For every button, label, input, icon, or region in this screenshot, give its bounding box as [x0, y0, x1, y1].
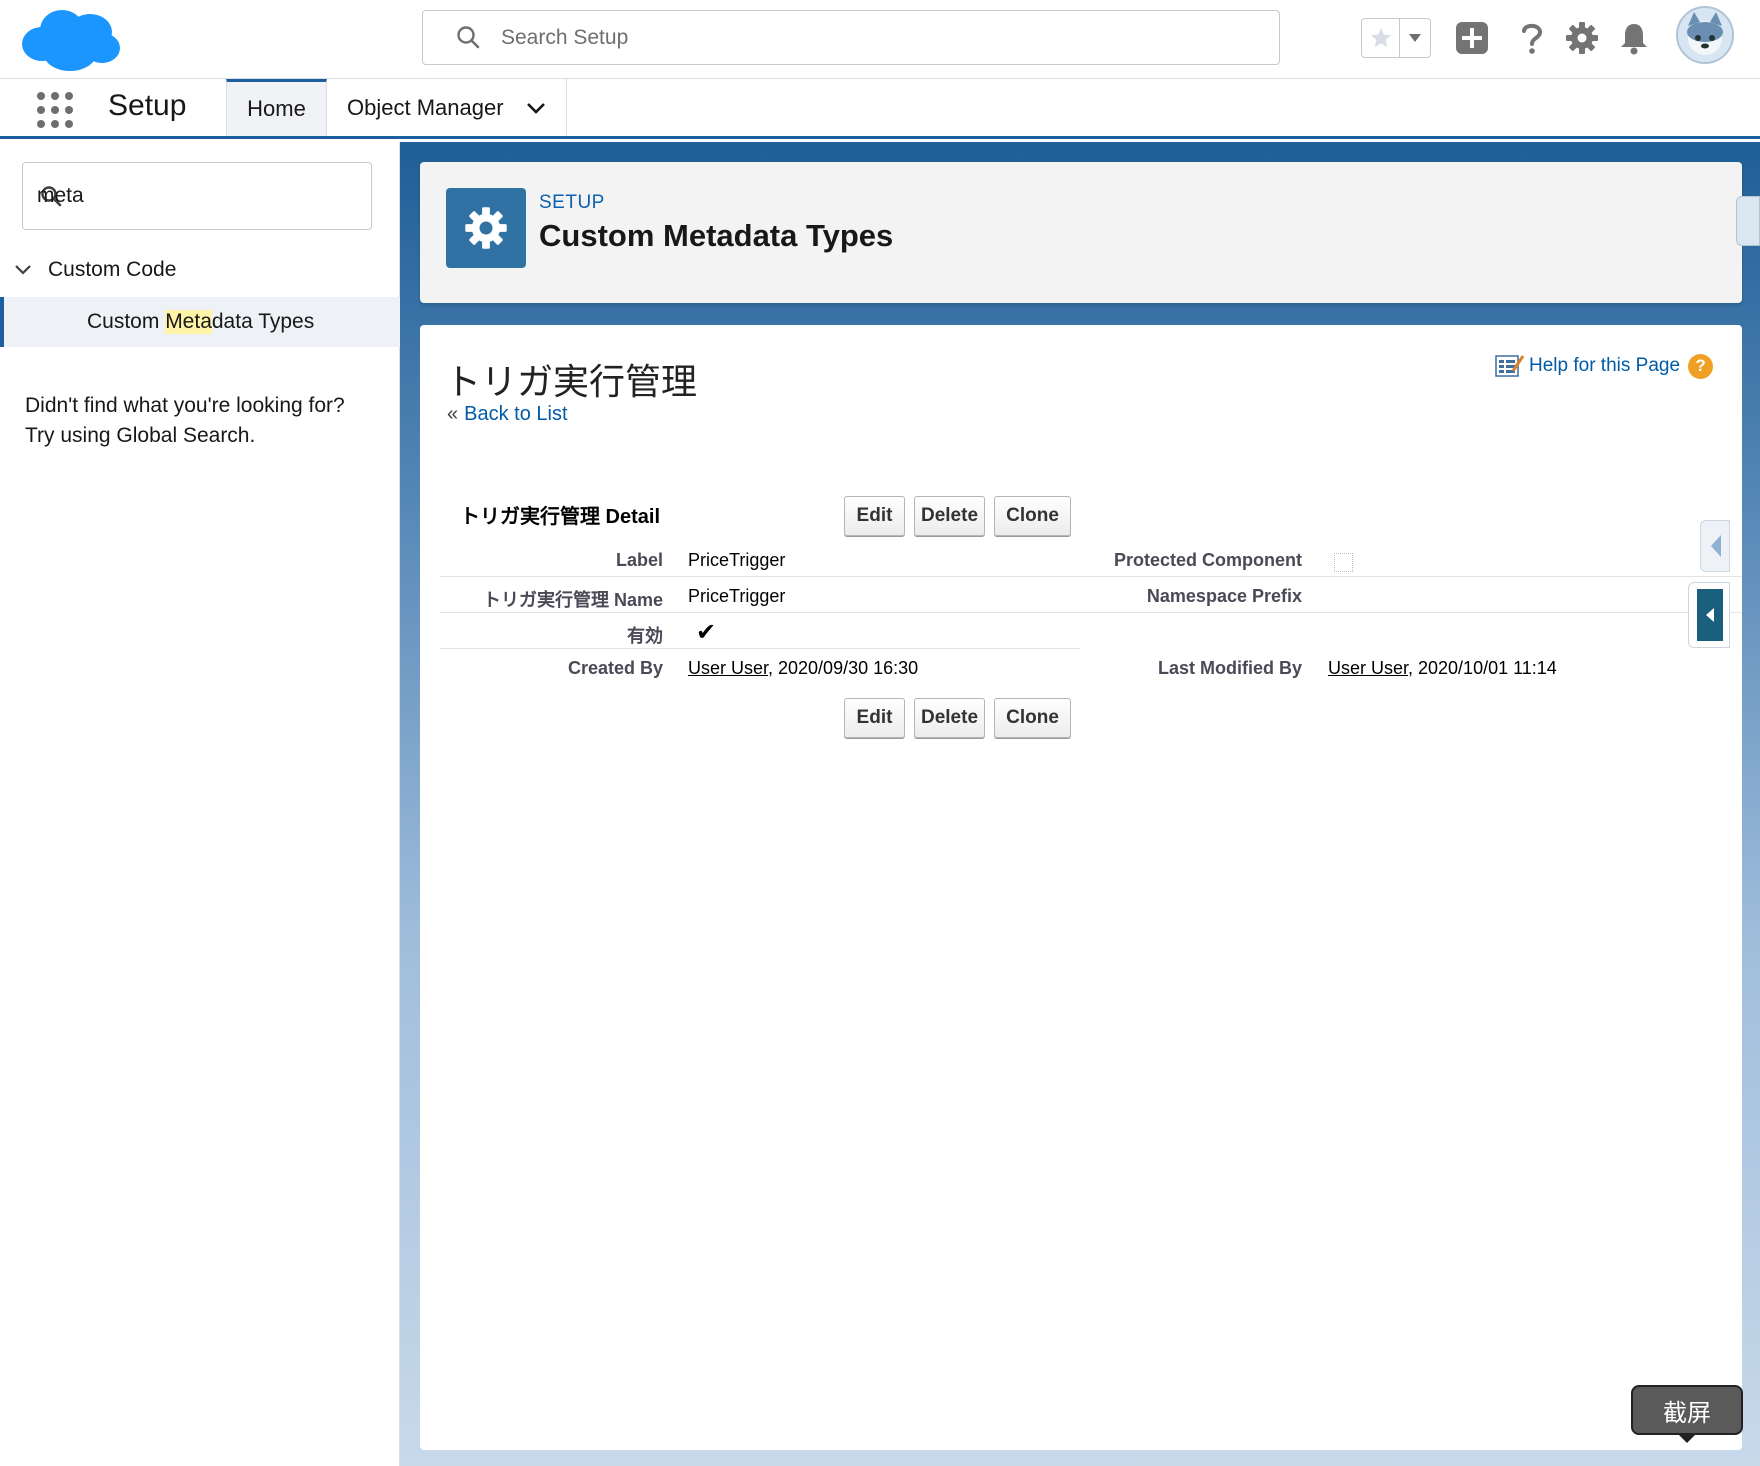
help-icon[interactable]: [1512, 18, 1552, 58]
chevron-left-icon: [1697, 589, 1723, 641]
delete-button-bottom[interactable]: Delete: [914, 698, 985, 738]
favorites-group: [1361, 18, 1431, 58]
quick-find-value: meta: [37, 184, 84, 207]
created-by-date: , 2020/09/30 16:30: [768, 658, 919, 678]
edit-button-bottom[interactable]: Edit: [844, 698, 905, 738]
tree-group-label: Custom Code: [48, 258, 177, 281]
protected-component-label: Protected Component: [1113, 550, 1302, 570]
name-field-label: トリガ実行管理 Name: [482, 590, 663, 610]
screenshot-button[interactable]: 截屏: [1631, 1385, 1743, 1435]
app-launcher-icon[interactable]: [36, 91, 74, 129]
search-placeholder: Search Setup: [501, 25, 629, 49]
page-title: Custom Metadata Types: [539, 218, 894, 253]
favorites-dropdown-icon[interactable]: [1400, 19, 1430, 57]
created-by-label: Created By: [567, 658, 663, 678]
tree-group-custom-code[interactable]: Custom Code: [14, 258, 176, 282]
not-found-line-2: Try using Global Search.: [25, 424, 256, 447]
last-modified-by-label: Last Modified By: [1157, 658, 1302, 678]
bell-icon[interactable]: [1614, 18, 1654, 58]
context-bar: Setup Home Object Manager: [0, 79, 1760, 139]
delete-button[interactable]: Delete: [914, 496, 985, 536]
chevron-down-icon[interactable]: [526, 101, 546, 115]
modified-by-user-link[interactable]: User User: [1328, 658, 1408, 678]
help-link[interactable]: Help for this Page: [1529, 355, 1680, 377]
salesforce-logo[interactable]: [22, 8, 120, 72]
tab-object-manager-label: Object Manager: [347, 94, 504, 120]
star-icon[interactable]: [1362, 19, 1400, 57]
name-field-value: PriceTrigger: [688, 586, 786, 606]
app-name: Setup: [108, 89, 187, 122]
search-highlight: Meta: [165, 310, 212, 334]
help-page-icon: [1495, 355, 1525, 377]
setup-gear-icon: [446, 188, 526, 268]
help-for-page[interactable]: Help for this Page ?: [1495, 353, 1714, 379]
clone-button[interactable]: Clone: [994, 496, 1071, 536]
detail-section-title: トリガ実行管理 Detail: [460, 506, 661, 528]
add-icon[interactable]: [1452, 18, 1492, 58]
active-field-label: 有効: [627, 626, 663, 646]
side-panel-toggle[interactable]: [1736, 196, 1760, 246]
chevron-down-icon: [15, 265, 31, 275]
not-found-line-1: Didn't find what you're looking for?: [25, 394, 345, 417]
label-field-value: PriceTrigger: [688, 550, 786, 570]
tab-home-label: Home: [247, 96, 306, 121]
tab-object-manager[interactable]: Object Manager: [327, 79, 567, 136]
protected-component-checkbox: [1334, 553, 1353, 572]
global-header: Search Setup: [0, 0, 1760, 79]
avatar[interactable]: [1676, 6, 1734, 64]
sidebar-collapse-tab[interactable]: [1700, 520, 1730, 572]
help-circle-icon: ?: [1688, 353, 1714, 379]
sidebar-expand-tab[interactable]: [1688, 582, 1730, 648]
modified-by-date: , 2020/10/01 11:14: [1408, 658, 1557, 678]
record-title: トリガ実行管理: [445, 361, 698, 402]
page-eyebrow: SETUP: [539, 192, 605, 213]
namespace-prefix-label: Namespace Prefix: [1146, 586, 1302, 606]
active-checkmark-icon: ✔: [696, 619, 717, 646]
created-by-value: User User, 2020/09/30 16:30: [688, 658, 918, 679]
sidebar-item-custom-metadata-types[interactable]: Custom Meta data Types: [0, 297, 400, 347]
back-to-list-link[interactable]: Back to List: [464, 403, 567, 425]
page-header: SETUP Custom Metadata Types: [420, 162, 1742, 303]
tab-home[interactable]: Home: [226, 79, 327, 136]
gear-icon[interactable]: [1562, 18, 1602, 58]
screenshot-tooltip-tail: [1677, 1433, 1697, 1443]
created-by-user-link[interactable]: User User: [688, 658, 768, 678]
setup-sidebar: meta Custom Code Custom Meta data Types D…: [0, 142, 400, 1466]
clone-button-bottom[interactable]: Clone: [994, 698, 1071, 738]
search-icon: [457, 25, 480, 48]
label-field-label: Label: [615, 550, 663, 570]
edit-button[interactable]: Edit: [844, 496, 905, 536]
last-modified-by-value: User User, 2020/10/01 11:14: [1328, 658, 1557, 679]
record-content: トリガ実行管理 «Back to List Help for this Page…: [420, 325, 1742, 1450]
back-prefix: «: [447, 403, 459, 425]
detail-row: [440, 613, 1080, 649]
quick-find-input[interactable]: meta: [22, 162, 372, 230]
back-to-list: «Back to List: [447, 403, 568, 426]
sidebar-item-prefix: Custom: [87, 310, 166, 333]
not-found-message: Didn't find what you're looking for? Try…: [25, 391, 385, 451]
sidebar-item-suffix: data Types: [211, 310, 315, 333]
setup-search-input[interactable]: Search Setup: [422, 10, 1280, 65]
